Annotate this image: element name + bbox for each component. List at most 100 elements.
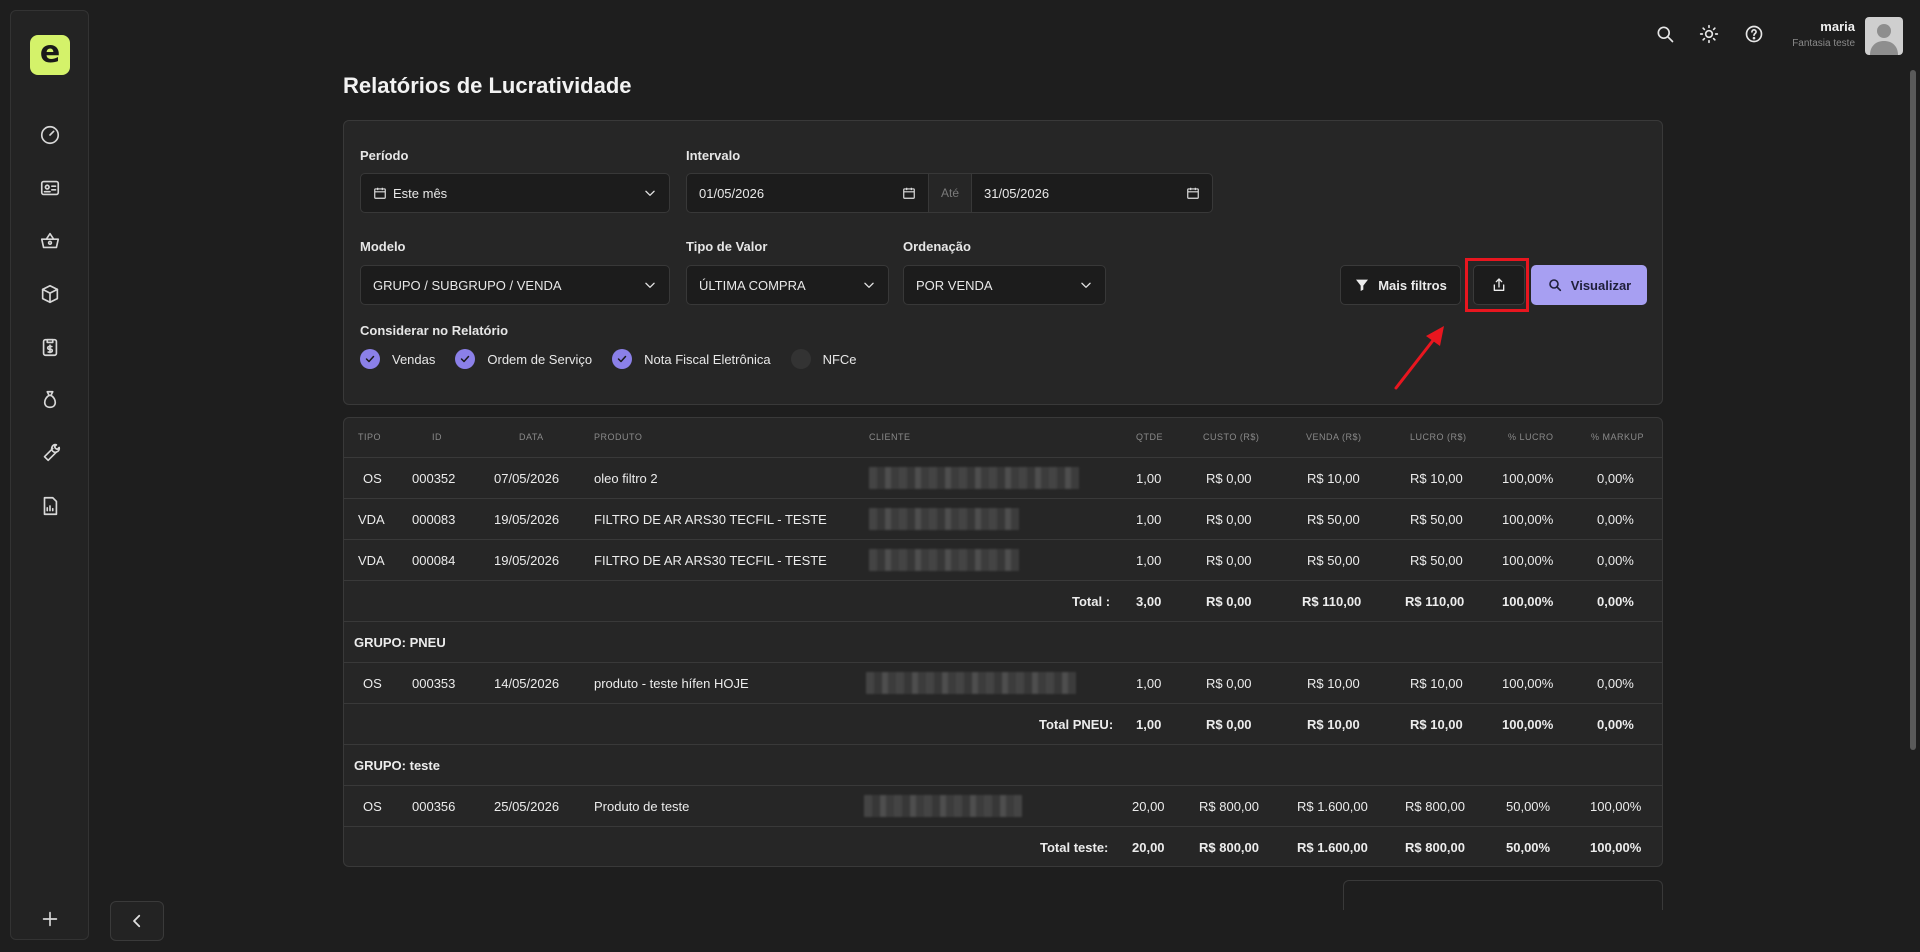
- cell-id: 000352: [412, 471, 456, 486]
- group-row: GRUPO: teste: [344, 745, 1662, 786]
- app-logo[interactable]: e: [30, 35, 70, 75]
- basket-icon[interactable]: [38, 229, 62, 253]
- ordenacao-label: Ordenação: [903, 239, 971, 254]
- col-custo[interactable]: CUSTO (R$): [1203, 432, 1259, 442]
- col-qtde[interactable]: QTDE: [1136, 432, 1163, 442]
- calendar-icon[interactable]: [902, 186, 916, 200]
- group-label: GRUPO: teste: [354, 758, 440, 773]
- cell-tipo: OS: [363, 676, 382, 691]
- unchecked-box: [790, 349, 811, 369]
- money-bag-icon[interactable]: [38, 388, 62, 412]
- chevron-down-icon: [643, 186, 657, 200]
- periodo-select[interactable]: Este mês: [360, 173, 670, 213]
- col-produto[interactable]: PRODUTO: [594, 432, 642, 442]
- cell-pct-lucro: 100,00%: [1502, 512, 1554, 527]
- box-icon[interactable]: [38, 282, 62, 306]
- tipo-valor-label: Tipo de Valor: [686, 239, 768, 254]
- wrench-icon[interactable]: [38, 441, 62, 465]
- export-highlight-box: [1465, 258, 1529, 312]
- cell-produto: Produto de teste: [594, 799, 690, 814]
- id-card-icon[interactable]: [38, 176, 62, 200]
- user-company: Fantasia teste: [1792, 38, 1855, 49]
- table-row[interactable]: VDA 000083 19/05/2026 FILTRO DE AR ARS30…: [344, 499, 1662, 540]
- cell-tipo: VDA: [358, 512, 385, 527]
- collapse-sidebar-button[interactable]: [110, 901, 164, 941]
- logo-letter: e: [39, 35, 61, 70]
- total-lucro: R$ 110,00: [1405, 594, 1465, 609]
- cell-data: 25/05/2026: [494, 799, 560, 814]
- user-name[interactable]: maria: [1820, 19, 1855, 34]
- col-id[interactable]: ID: [432, 432, 442, 442]
- clipboard-dollar-icon[interactable]: [38, 335, 62, 359]
- calendar-icon[interactable]: [1186, 186, 1200, 200]
- intervalo-label: Intervalo: [686, 148, 741, 163]
- table-row[interactable]: OS 000356 25/05/2026 Produto de teste 20…: [344, 786, 1662, 827]
- sun-icon[interactable]: [1697, 22, 1721, 46]
- cell-id: 000353: [412, 676, 456, 691]
- col-tipo[interactable]: TIPO: [358, 432, 381, 442]
- cell-produto: FILTRO DE AR ARS30 TECFIL - TESTE: [594, 512, 827, 527]
- report-icon[interactable]: [38, 494, 62, 518]
- total-custo: R$ 0,00: [1206, 594, 1252, 609]
- cell-lucro: R$ 10,00: [1410, 676, 1463, 691]
- cell-data: 19/05/2026: [494, 553, 560, 568]
- search-icon[interactable]: [1653, 22, 1677, 46]
- group-label: GRUPO: PNEU: [354, 635, 446, 650]
- col-cliente[interactable]: CLIENTE: [869, 432, 911, 442]
- date-from-input[interactable]: 01/05/2026: [687, 174, 928, 212]
- tipo-valor-select[interactable]: ÚLTIMA COMPRA: [686, 265, 889, 305]
- col-lucro[interactable]: LUCRO (R$): [1410, 432, 1467, 442]
- col-venda[interactable]: VENDA (R$): [1306, 432, 1362, 442]
- total-venda: R$ 1.600,00: [1297, 840, 1368, 855]
- check-label: Nota Fiscal Eletrônica: [644, 351, 771, 367]
- chevron-left-icon: [133, 914, 141, 928]
- page-scrollbar[interactable]: [1910, 70, 1916, 750]
- col-pct-lucro[interactable]: % LUCRO: [1508, 432, 1554, 442]
- group-row: GRUPO: PNEU: [344, 622, 1662, 663]
- total-label: Total :: [1072, 594, 1111, 609]
- periodo-value: Este mês: [393, 185, 448, 201]
- cell-qtde: 1,00: [1136, 676, 1162, 691]
- check-label: NFCe: [822, 351, 857, 367]
- avatar[interactable]: [1865, 17, 1903, 55]
- table-row[interactable]: VDA 000084 19/05/2026 FILTRO DE AR ARS30…: [344, 540, 1662, 581]
- total-row: Total PNEU: 1,00 R$ 0,00 R$ 10,00 R$ 10,…: [344, 704, 1662, 745]
- check-icon: [360, 349, 380, 369]
- filter-icon: [1356, 279, 1369, 291]
- mais-filtros-button[interactable]: Mais filtros: [1340, 265, 1461, 305]
- cell-pct-markup: 100,00%: [1590, 799, 1642, 814]
- check-nfce[interactable]: NFCe: [790, 349, 857, 369]
- mais-filtros-label: Mais filtros: [1378, 277, 1447, 293]
- check-ordem-servico[interactable]: Ordem de Serviço: [455, 349, 592, 369]
- cell-venda: R$ 50,00: [1307, 512, 1360, 527]
- check-nfe[interactable]: Nota Fiscal Eletrônica: [612, 349, 771, 369]
- modelo-select[interactable]: GRUPO / SUBGRUPO / VENDA: [360, 265, 670, 305]
- help-icon[interactable]: [1742, 22, 1766, 46]
- col-pct-markup[interactable]: % MARKUP: [1591, 432, 1644, 442]
- cell-data: 19/05/2026: [494, 512, 560, 527]
- dashboard-icon[interactable]: [38, 123, 62, 147]
- cell-tipo: VDA: [358, 553, 385, 568]
- table-row[interactable]: OS 000353 14/05/2026 produto - teste híf…: [344, 663, 1662, 704]
- col-data[interactable]: DATA: [519, 432, 544, 442]
- table-row[interactable]: OS 000352 07/05/2026 oleo filtro 2 1,00 …: [344, 458, 1662, 499]
- modelo-label: Modelo: [360, 239, 406, 254]
- cell-venda: R$ 10,00: [1307, 676, 1360, 691]
- chevron-down-icon: [643, 278, 657, 292]
- date-from-value: 01/05/2026: [699, 185, 765, 201]
- summary-card-partial: [1343, 880, 1663, 910]
- cell-venda: R$ 1.600,00: [1297, 799, 1368, 814]
- visualizar-button[interactable]: Visualizar: [1531, 265, 1647, 305]
- cell-custo: R$ 0,00: [1206, 553, 1252, 568]
- ordenacao-select[interactable]: POR VENDA: [903, 265, 1106, 305]
- date-to-input[interactable]: 31/05/2026: [972, 174, 1212, 212]
- cell-pct-markup: 0,00%: [1597, 553, 1634, 568]
- cell-custo: R$ 0,00: [1206, 676, 1252, 691]
- check-vendas[interactable]: Vendas: [360, 349, 435, 369]
- plus-icon[interactable]: [38, 907, 62, 931]
- total-row: Total : 3,00 R$ 0,00 R$ 110,00 R$ 110,00…: [344, 581, 1662, 622]
- total-row: Total teste: 20,00 R$ 800,00 R$ 1.600,00…: [344, 827, 1662, 866]
- cell-lucro: R$ 800,00: [1405, 799, 1465, 814]
- check-icon: [612, 349, 633, 369]
- cell-pct-markup: 0,00%: [1597, 676, 1634, 691]
